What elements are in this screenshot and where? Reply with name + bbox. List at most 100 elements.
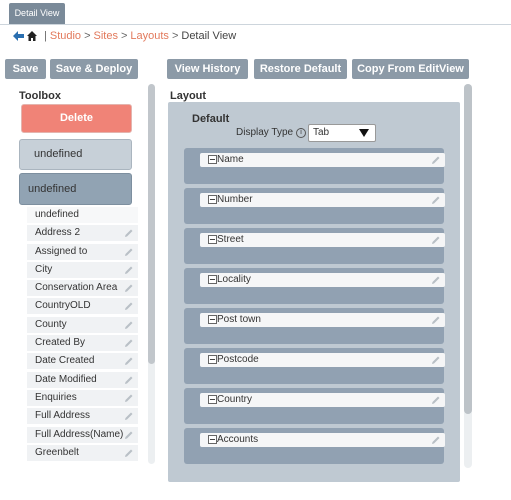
layout-field[interactable]: Locality <box>200 273 445 287</box>
layout-field[interactable]: Country <box>200 393 445 407</box>
display-type-text: Display Type <box>236 127 294 138</box>
pencil-icon[interactable] <box>431 395 441 405</box>
pencil-icon[interactable] <box>124 228 134 238</box>
toolbox-field[interactable]: Enquiries <box>27 389 138 406</box>
toolbox-field[interactable]: City <box>27 261 138 278</box>
pencil-icon[interactable] <box>431 235 441 245</box>
pencil-icon[interactable] <box>431 435 441 445</box>
breadcrumb-current: Detail View <box>181 30 237 42</box>
pencil-icon[interactable] <box>124 283 134 293</box>
pencil-icon[interactable] <box>124 448 134 458</box>
breadcrumb-link-studio[interactable]: Studio <box>50 30 81 42</box>
minus-box-icon[interactable] <box>208 435 217 444</box>
display-type-select[interactable]: Tab <box>308 124 376 142</box>
breadcrumb-chevron: > <box>120 30 128 42</box>
pencil-icon[interactable] <box>124 247 134 257</box>
copy-from-editview-button[interactable]: Copy From EditView <box>352 59 469 79</box>
toolbox-field[interactable]: undefined <box>27 207 138 223</box>
toolbox-field[interactable]: Full Address(Name) <box>27 426 138 443</box>
layout-field-label: Name <box>217 154 244 165</box>
breadcrumb-chevron: > <box>171 30 179 42</box>
toolbox-field-label: City <box>35 263 53 275</box>
pencil-icon[interactable] <box>124 301 134 311</box>
minus-box-icon[interactable] <box>208 275 217 284</box>
toolbox-scrollbar-thumb[interactable] <box>148 84 155 364</box>
pencil-icon[interactable] <box>124 430 134 440</box>
toolbox-new-panel[interactable]: undefined <box>19 139 132 170</box>
toolbox-field[interactable]: County <box>27 316 138 333</box>
breadcrumb-chevron: > <box>84 30 91 42</box>
pencil-icon[interactable] <box>124 338 134 348</box>
save-button[interactable]: Save <box>5 59 46 79</box>
toolbox-field[interactable]: Date Modified <box>27 371 138 388</box>
toolbox-field[interactable]: Conservation Area <box>27 280 138 297</box>
layout-title: Layout <box>170 90 207 102</box>
pencil-icon[interactable] <box>124 411 134 421</box>
pencil-icon[interactable] <box>124 375 134 385</box>
layout-field[interactable]: Accounts <box>200 433 445 447</box>
toolbox-field[interactable]: Full Address <box>27 408 138 425</box>
toolbox-field-label: County <box>35 318 67 330</box>
toolbox-field[interactable]: CountryOLD <box>27 298 138 315</box>
layout-field-label: Post town <box>217 314 261 325</box>
info-icon[interactable]: i <box>296 127 307 138</box>
breadcrumb-link-sites[interactable]: Sites <box>94 30 118 42</box>
layout-field[interactable]: Number <box>200 193 445 207</box>
restore-default-button[interactable]: Restore Default <box>254 59 347 79</box>
minus-box-icon[interactable] <box>208 195 217 204</box>
toolbox-field[interactable]: Assigned to <box>27 243 138 260</box>
caret-down-icon <box>359 129 369 137</box>
minus-box-icon[interactable] <box>208 355 217 364</box>
toolbox-field-label: Full Address(Name) <box>35 428 124 440</box>
layout-field-label: Locality <box>217 274 251 285</box>
layout-field-label: Number <box>217 194 253 205</box>
layout-field-label: Street <box>217 234 244 245</box>
layout-field-label: Postcode <box>217 354 259 365</box>
pencil-icon[interactable] <box>431 355 441 365</box>
toolbox-field[interactable]: Date Created <box>27 353 138 370</box>
pencil-icon[interactable] <box>124 320 134 330</box>
toolbox-field-label: Enquiries <box>35 391 77 403</box>
toolbox-title: Toolbox <box>19 90 61 102</box>
back-arrow-icon[interactable] <box>12 30 25 42</box>
tab-detail-view[interactable]: Detail View <box>9 3 65 24</box>
tab-bar: Detail View <box>0 0 511 25</box>
pencil-icon[interactable] <box>124 393 134 403</box>
view-history-button[interactable]: View History <box>167 59 248 79</box>
toolbox-field-label: Greenbelt <box>35 446 79 458</box>
layout-field[interactable]: Post town <box>200 313 445 327</box>
minus-box-icon[interactable] <box>208 235 217 244</box>
panel-label[interactable]: Default <box>192 113 229 125</box>
pencil-icon[interactable] <box>431 315 441 325</box>
layout-field[interactable]: Street <box>200 233 445 247</box>
toolbox-field-label: Assigned to <box>35 245 88 257</box>
pencil-icon[interactable] <box>431 195 441 205</box>
toolbox-new-row[interactable]: undefined <box>19 173 132 205</box>
minus-box-icon[interactable] <box>208 315 217 324</box>
toolbox-field[interactable]: Greenbelt <box>27 444 138 461</box>
breadcrumb-separator: | <box>44 30 47 42</box>
minus-box-icon[interactable] <box>208 155 217 164</box>
toolbox-field[interactable]: Created By <box>27 335 138 352</box>
toolbox-field-label: Date Modified <box>35 373 97 385</box>
pencil-icon[interactable] <box>124 356 134 366</box>
layout-field[interactable]: Postcode <box>200 353 445 367</box>
layout-field-label: Country <box>217 394 253 405</box>
toolbox-field-label: Conservation Area <box>35 282 118 294</box>
pencil-icon[interactable] <box>431 275 441 285</box>
home-icon[interactable] <box>26 30 38 42</box>
breadcrumb-link-layouts[interactable]: Layouts <box>130 30 169 42</box>
pencil-icon[interactable] <box>431 155 441 165</box>
toolbox-field-label: Created By <box>35 337 86 349</box>
display-type-label: Display Type i : <box>236 127 311 138</box>
layout-scrollbar-thumb[interactable] <box>464 84 472 414</box>
pencil-icon[interactable] <box>124 265 134 275</box>
delete-drop-zone[interactable]: Delete <box>21 104 132 133</box>
minus-box-icon[interactable] <box>208 395 217 404</box>
layout-field-label: Accounts <box>217 434 259 445</box>
save-deploy-button[interactable]: Save & Deploy <box>50 59 138 79</box>
toolbox-field-label: Address 2 <box>35 227 81 239</box>
toolbox-field-label: CountryOLD <box>35 300 91 312</box>
toolbox-field[interactable]: Address 2 <box>27 225 138 242</box>
layout-field[interactable]: Name <box>200 153 445 167</box>
